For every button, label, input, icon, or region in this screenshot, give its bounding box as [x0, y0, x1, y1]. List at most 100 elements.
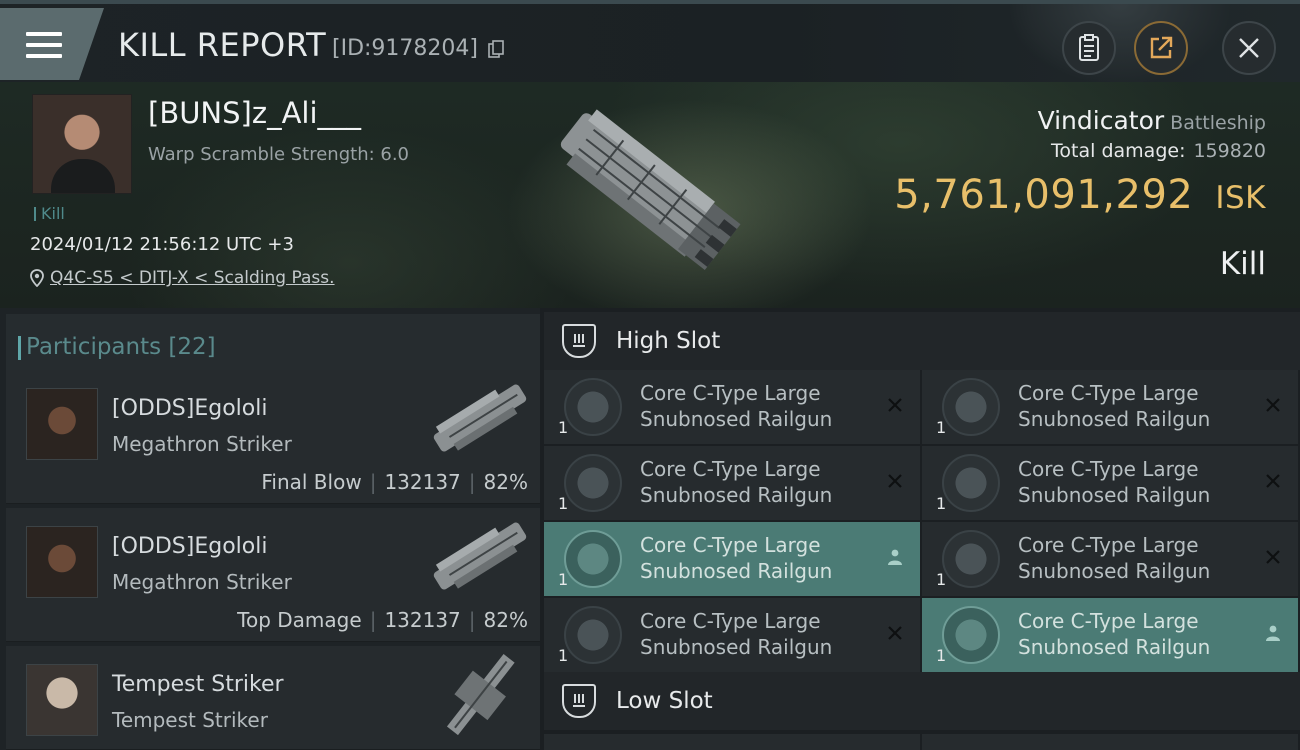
module-item[interactable]: 1 Core C-Type Large Snubnosed Railgun [544, 370, 920, 444]
participant-percent: 82% [483, 470, 528, 494]
clipboard-button[interactable] [1062, 21, 1116, 75]
location-link[interactable]: Q4C-S5 < DITJ-X < Scalding Pass. [50, 268, 335, 288]
railgun-icon [564, 530, 622, 588]
close-button[interactable] [1222, 21, 1276, 75]
railgun-icon [564, 606, 622, 664]
participants-header: Participants [22] [6, 314, 540, 374]
participant-ship: Megathron Striker [112, 570, 292, 594]
victim-portrait[interactable] [32, 94, 132, 194]
module-name: Core C-Type Large Snubnosed Railgun [640, 609, 833, 659]
participant-name[interactable]: [ODDS]Egololi [112, 396, 267, 421]
participant-ship: Tempest Striker [112, 708, 268, 732]
dropped-icon [1262, 622, 1284, 644]
participant-avatar[interactable] [26, 664, 98, 736]
participant-ship-image [433, 384, 527, 452]
railgun-icon [942, 454, 1000, 512]
destroyed-icon [884, 394, 906, 416]
module-item[interactable]: 1 Core C-Type Large Snubnosed Railgun [544, 446, 920, 520]
module-name: Core C-Type Large Snubnosed Railgun [1018, 457, 1211, 507]
module-item[interactable]: 1 Core C-Type Large Snubnosed Railgun [922, 598, 1298, 672]
victim-ship-info[interactable]: Vindicator Battleship [1038, 106, 1266, 135]
participant-name[interactable]: Tempest Striker [112, 672, 284, 697]
total-damage-label: Total damage: [1051, 140, 1186, 162]
victim-ship-image[interactable] [528, 94, 762, 284]
kill-datetime: 2024/01/12 21:56:12 UTC +3 [30, 234, 294, 255]
high-slot-title: High Slot [616, 328, 721, 354]
participant-role: Final Blow [261, 470, 362, 494]
low-slot-module-partial[interactable] [922, 734, 1298, 750]
module-item[interactable]: 1 Core C-Type Large Snubnosed Railgun [544, 522, 920, 596]
isk-value: 5,761,091,292 ISK [894, 172, 1266, 218]
export-icon [1150, 36, 1173, 59]
participant-card[interactable]: [ODDS]Egololi Megathron Striker Top Dama… [6, 508, 540, 642]
header-bar: KILL REPORT [ID:9178204] [0, 0, 1300, 84]
participant-damage: 132137 [384, 608, 461, 632]
page-title: KILL REPORT [118, 26, 327, 64]
victim-ship-class: Battleship [1170, 112, 1266, 134]
total-damage-value: 159820 [1193, 140, 1266, 162]
railgun-icon [942, 606, 1000, 664]
kill-result-label: Kill [1219, 246, 1266, 282]
high-slot-icon [562, 324, 596, 358]
module-quantity: 1 [936, 494, 947, 513]
railgun-icon [564, 378, 622, 436]
destroyed-icon [1262, 394, 1284, 416]
export-button[interactable] [1134, 21, 1188, 75]
victim-pilot-name[interactable]: [BUNS]z_Ali___ [148, 96, 361, 130]
participant-card[interactable]: [ODDS]Egololi Megathron Striker Final Bl… [6, 370, 540, 504]
module-item[interactable]: 1 Core C-Type Large Snubnosed Railgun [544, 598, 920, 672]
participant-avatar[interactable] [26, 526, 98, 598]
isk-unit: ISK [1215, 180, 1266, 216]
participant-percent: 82% [483, 608, 528, 632]
participant-ship-image [433, 522, 527, 590]
high-slot-header: High Slot [544, 312, 1300, 370]
module-item[interactable]: 1 Core C-Type Large Snubnosed Railgun [922, 522, 1298, 596]
module-quantity: 1 [936, 570, 947, 589]
module-name: Core C-Type Large Snubnosed Railgun [640, 533, 833, 583]
report-id: [ID:9178204] [332, 36, 478, 61]
isk-amount: 5,761,091,292 [894, 172, 1194, 218]
participant-stats: Final Blow | 132137 | 82% [261, 470, 528, 494]
clipboard-icon [1079, 34, 1099, 61]
railgun-icon [942, 530, 1000, 588]
participants-count: [22] [168, 334, 216, 360]
victim-banner: [BUNS]z_Ali___ Warp Scramble Strength: 6… [0, 82, 1300, 308]
module-quantity: 1 [936, 418, 947, 437]
close-icon [1239, 38, 1259, 58]
participant-name[interactable]: [ODDS]Egololi [112, 534, 267, 559]
header-decoration [1010, 4, 1230, 84]
module-quantity: 1 [558, 494, 569, 513]
menu-icon [26, 32, 62, 60]
warp-scramble-strength: Warp Scramble Strength: 6.0 [148, 144, 410, 165]
participants-panel: Participants [22] [ODDS]Egololi Megathro… [0, 308, 540, 750]
module-name: Core C-Type Large Snubnosed Railgun [640, 381, 833, 431]
module-item[interactable]: 1 Core C-Type Large Snubnosed Railgun [922, 446, 1298, 520]
participant-ship-image [446, 654, 515, 736]
railgun-icon [942, 378, 1000, 436]
module-name: Core C-Type Large Snubnosed Railgun [1018, 533, 1211, 583]
module-quantity: 1 [558, 418, 569, 437]
participants-title: Participants [22] [18, 334, 216, 360]
kill-location[interactable]: Q4C-S5 < DITJ-X < Scalding Pass. [30, 268, 335, 288]
kill-tag: Kill [34, 204, 65, 223]
copy-icon[interactable] [488, 40, 504, 58]
low-slot-header: Low Slot [544, 672, 1300, 730]
low-slot-icon [562, 684, 596, 718]
participants-label: Participants [26, 334, 162, 360]
participant-damage: 132137 [384, 470, 461, 494]
module-name: Core C-Type Large Snubnosed Railgun [640, 457, 833, 507]
low-slot-title: Low Slot [616, 688, 713, 714]
dropped-icon [884, 546, 906, 568]
participant-card[interactable]: Tempest Striker Tempest Striker [6, 646, 540, 750]
railgun-icon [564, 454, 622, 512]
module-name: Core C-Type Large Snubnosed Railgun [1018, 381, 1211, 431]
module-quantity: 1 [558, 646, 569, 665]
low-slot-module-partial[interactable] [544, 734, 920, 750]
menu-button[interactable] [0, 8, 104, 80]
participant-avatar[interactable] [26, 388, 98, 460]
destroyed-icon [1262, 470, 1284, 492]
module-item[interactable]: 1 Core C-Type Large Snubnosed Railgun [922, 370, 1298, 444]
victim-ship-name: Vindicator [1037, 106, 1165, 135]
module-name: Core C-Type Large Snubnosed Railgun [1018, 609, 1211, 659]
fitting-panel: High Slot 1 Core C-Type Large Snubnosed … [540, 308, 1300, 750]
